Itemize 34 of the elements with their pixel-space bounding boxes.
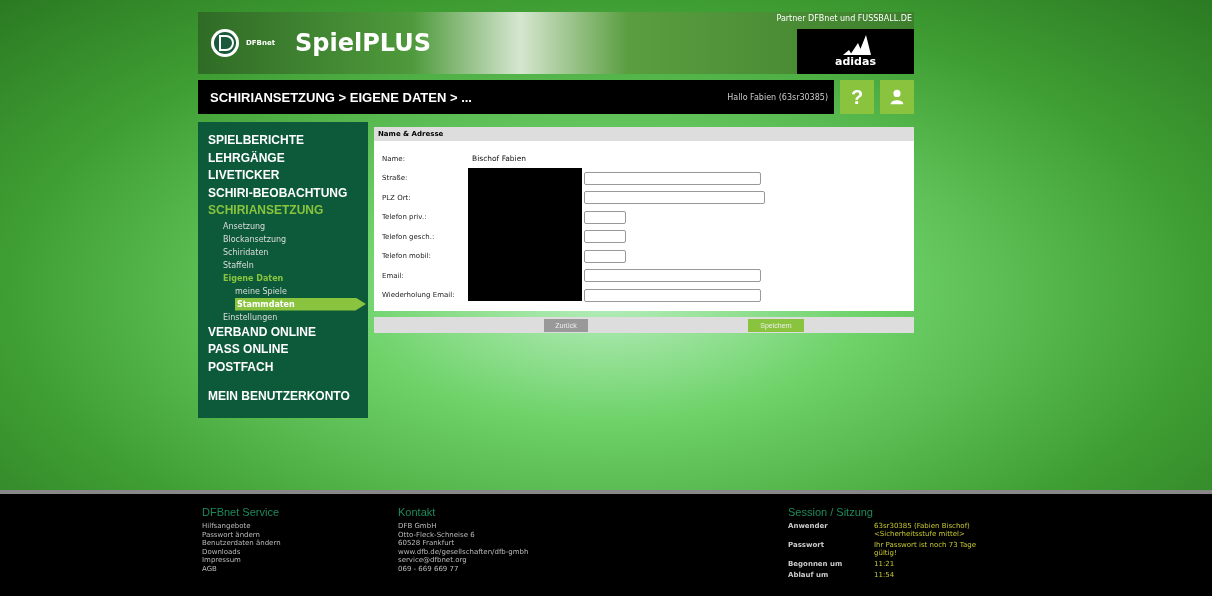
dfb-logo-icon — [210, 28, 240, 58]
input-field[interactable] — [584, 269, 761, 283]
sponsor-name: adidas — [835, 55, 876, 68]
menu-item[interactable]: LEHRGÄNGE — [208, 149, 358, 167]
menu-item[interactable]: SCHIRIANSETZUNG — [208, 202, 358, 220]
input-field[interactable] — [584, 230, 626, 244]
app-title: SpielPLUS — [295, 29, 431, 57]
submenu-item[interactable]: Staffeln — [223, 258, 358, 272]
menu-item[interactable]: POSTFACH — [208, 358, 358, 376]
input-field[interactable] — [584, 191, 765, 205]
menu-item[interactable]: MEIN BENUTZERKONTO — [208, 388, 358, 406]
menu-item[interactable]: PASS ONLINE — [208, 341, 358, 359]
user-button[interactable] — [880, 80, 914, 114]
submenu-item[interactable]: Blockansetzung — [223, 232, 358, 246]
submenu-item[interactable]: meine Spiele — [235, 284, 358, 298]
input-field[interactable] — [584, 288, 761, 302]
menu-item[interactable]: SCHIRI-BEOBACHTUNG — [208, 184, 358, 202]
submenu-item[interactable]: Ansetzung — [223, 219, 358, 233]
menu-item[interactable]: SPIELBERICHTE — [208, 132, 358, 150]
greeting-text: Hallo Fabien (63sr30385) — [727, 92, 828, 102]
footer-heading: Session / Sitzung — [788, 506, 874, 518]
menu-item[interactable]: LIVETICKER — [208, 167, 358, 185]
breadcrumb-path: SCHIRIANSETZUNG > EIGENE DATEN > ... — [210, 89, 472, 105]
submenu-item[interactable]: Einstellungen — [223, 310, 358, 324]
submenu-item[interactable]: Schiridaten — [223, 245, 358, 259]
user-icon — [888, 88, 906, 106]
input-field[interactable] — [584, 171, 761, 185]
menu-item[interactable]: VERBAND ONLINE — [208, 323, 358, 341]
submenu-item[interactable]: Eigene Daten — [223, 271, 358, 285]
input-field[interactable] — [584, 210, 626, 224]
partner-text: Partner DFBnet und FUSSBALL.DE — [776, 14, 912, 23]
input-field[interactable] — [584, 249, 626, 263]
footer-heading: DFBnet Service — [202, 506, 281, 518]
footer-heading: Kontakt — [398, 506, 437, 518]
